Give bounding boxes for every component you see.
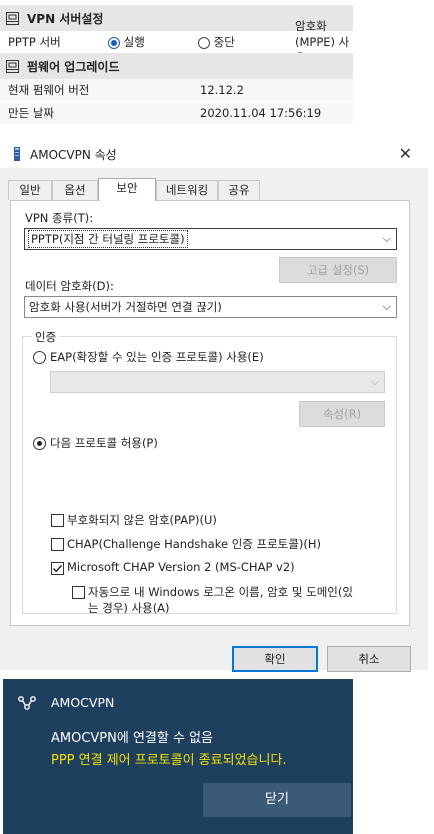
tab-networking[interactable]: 네트워킹 — [156, 180, 218, 200]
pap-checkbox-label[interactable]: 부호화되지 않은 암호(PAP)(U) — [67, 512, 217, 528]
tab-options[interactable]: 옵션 — [52, 180, 98, 200]
eap-radio-label[interactable]: EAP(확장할 수 있는 인증 프로토콜) 사용(E) — [50, 349, 264, 365]
pptp-server-row: PPTP 서버 실행 중단 암호화(MPPE) 사용 — [0, 19, 353, 65]
cancel-button[interactable]: 취소 — [327, 646, 411, 672]
mschap-checkbox[interactable] — [51, 562, 64, 575]
dialog-title: AMOCVPN 속성 — [30, 147, 117, 162]
firmware-section-title: 펌웨어 업그레이드 — [27, 59, 120, 74]
toast-app-name: AMOCVPN — [51, 695, 115, 710]
toast-error-message: PPP 연결 제어 프로토콜이 종료되었습니다. — [51, 753, 287, 768]
section-icon — [6, 59, 19, 73]
network-icon — [18, 696, 36, 710]
build-date-value: 2020.11.04 17:56:19 — [200, 106, 322, 120]
section-icon — [6, 11, 19, 25]
firmware-version-label: 현재 펌웨어 버전 — [8, 83, 90, 97]
auto-login-label-line2[interactable]: 는 경우) 사용(A) — [88, 600, 170, 616]
pptp-server-label: PPTP 서버 — [8, 35, 61, 49]
tab-general[interactable]: 일반 — [8, 180, 52, 200]
run-radio[interactable] — [108, 36, 120, 49]
data-encryption-value: 암호화 사용(서버가 거절하면 연결 끊기) — [29, 300, 222, 314]
authentication-group-label: 인증 — [32, 329, 60, 345]
toast-close-button[interactable]: 닫기 — [203, 783, 351, 817]
stop-radio-option[interactable]: 중단 — [198, 34, 235, 50]
chap-checkbox[interactable] — [51, 538, 64, 551]
eap-radio[interactable] — [33, 351, 46, 364]
chap-checkbox-label[interactable]: CHAP(Challenge Handshake 인증 프로토콜)(H) — [67, 536, 321, 552]
firmware-version-row: 현재 펌웨어 버전 12.12.2 — [0, 79, 353, 101]
vpn-type-select[interactable]: PPTP(지점 간 터널링 프로토콜) ⌵ — [24, 228, 397, 250]
mschap-checkbox-label[interactable]: Microsoft CHAP Version 2 (MS-CHAP v2) — [67, 560, 295, 574]
build-date-row: 만든 날짜 2020.11.04 17:56:19 — [0, 102, 353, 124]
vpn-properties-dialog: AMOCVPN 속성 ✕ 일반 옵션 보안 네트워킹 공유 VPN 종류(T):… — [0, 140, 428, 672]
vpn-server-section-title: VPN 서버설정 — [27, 11, 104, 26]
allow-protocols-radio[interactable] — [33, 437, 46, 450]
firmware-section-header: 펌웨어 업그레이드 — [0, 53, 353, 79]
build-date-label: 만든 날짜 — [8, 106, 54, 120]
network-connection-icon — [14, 147, 20, 161]
toast-message: AMOCVPN에 연결할 수 없음 — [51, 731, 213, 746]
ok-button[interactable]: 확인 — [232, 646, 318, 672]
run-radio-option[interactable]: 실행 — [108, 34, 145, 50]
auto-login-checkbox[interactable] — [72, 586, 85, 599]
dialog-title-bar[interactable]: AMOCVPN 속성 ✕ — [0, 140, 428, 168]
vpn-type-value: PPTP(지점 간 터널링 프로토콜) — [28, 230, 188, 248]
advanced-settings-button[interactable]: 고급 설정(S) — [279, 257, 397, 283]
close-icon[interactable]: ✕ — [399, 144, 412, 163]
tab-sharing[interactable]: 공유 — [218, 180, 260, 200]
stop-radio[interactable] — [198, 36, 210, 49]
auto-login-label-line1[interactable]: 자동으로 내 Windows 로그온 이름, 암호 및 도메인(있 — [88, 584, 353, 600]
data-encryption-select[interactable]: 암호화 사용(서버가 거절하면 연결 끊기) ⌵ — [24, 296, 397, 318]
checkmark-icon — [52, 565, 63, 573]
tab-security[interactable]: 보안 — [98, 178, 156, 201]
data-encryption-label: 데이터 암호화(D): — [25, 279, 114, 293]
run-radio-label: 실행 — [123, 35, 145, 49]
chevron-down-icon: ⌵ — [382, 300, 391, 313]
background-strip — [353, 679, 434, 834]
eap-properties-button[interactable]: 속성(R) — [299, 401, 385, 427]
firmware-version-value: 12.12.2 — [200, 83, 244, 97]
chevron-down-icon: ⌵ — [370, 375, 379, 388]
connection-error-toast: AMOCVPN AMOCVPN에 연결할 수 없음 PPP 연결 제어 프로토콜… — [3, 679, 353, 834]
stop-radio-label: 중단 — [213, 35, 235, 49]
pap-checkbox[interactable] — [51, 514, 64, 527]
vpn-type-label: VPN 종류(T): — [25, 211, 94, 225]
eap-method-select[interactable]: ⌵ — [50, 371, 385, 393]
chevron-down-icon: ⌵ — [382, 232, 391, 245]
allow-protocols-label[interactable]: 다음 프로토콜 허용(P) — [50, 435, 158, 451]
